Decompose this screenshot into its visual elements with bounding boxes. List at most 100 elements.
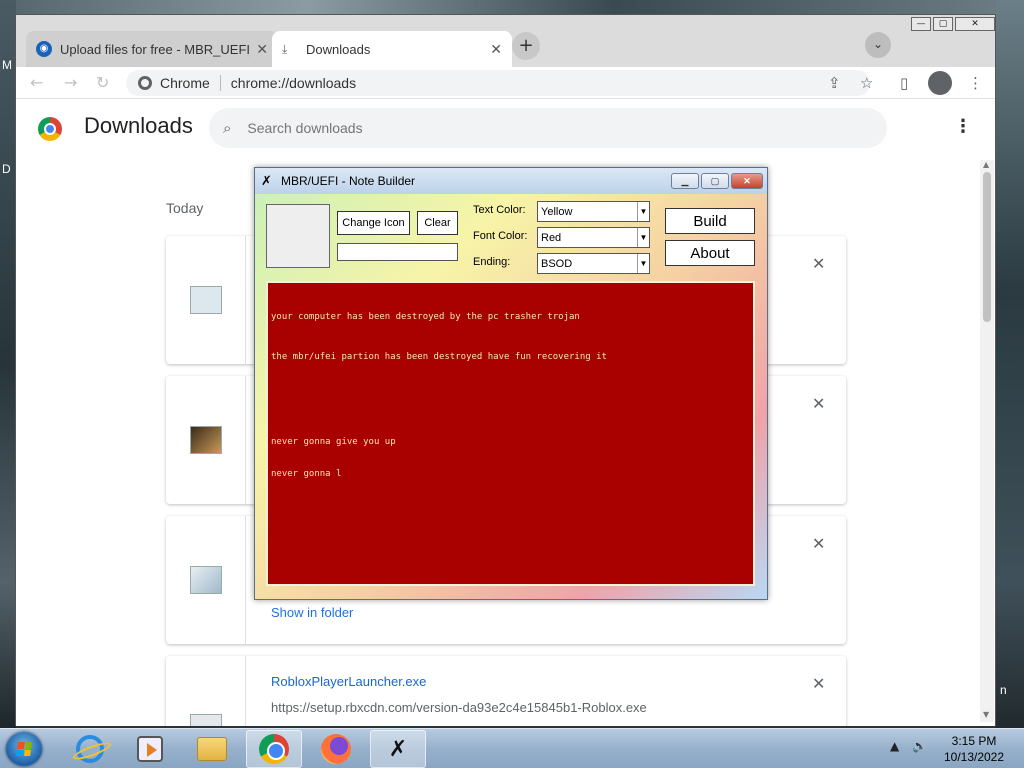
dialog-maximize-button[interactable]: ▢ <box>701 173 729 189</box>
firefox-icon <box>321 734 351 764</box>
upload-site-icon: ◉ <box>36 41 52 57</box>
file-explorer-taskbar-button[interactable] <box>184 730 240 768</box>
note-builder-app-icon: ✗ <box>388 736 408 762</box>
search-input[interactable] <box>247 120 808 136</box>
tab-upload-files[interactable]: ◉ Upload files for free - MBR_UEFI_ ✕ <box>26 31 278 67</box>
address-bar[interactable]: Chrome chrome://downloads <box>126 70 870 96</box>
show-in-folder-link[interactable]: Show in folder <box>271 605 353 620</box>
volume-icon[interactable]: 🔊 <box>912 739 927 753</box>
taskbar: ✗ ▲ 🔊 3:15 PM 10/13/2022 <box>0 728 1024 768</box>
start-button[interactable] <box>6 732 42 766</box>
file-thumbnail <box>166 376 246 504</box>
dialog-minimize-button[interactable]: ▁ <box>671 173 699 189</box>
side-panel-icon[interactable]: ▯ <box>900 74 908 92</box>
close-tab-icon[interactable]: ✕ <box>490 41 502 58</box>
folder-icon <box>197 737 227 761</box>
page-title: Downloads <box>84 113 193 138</box>
tab-downloads[interactable]: ⤓ Downloads ✕ <box>272 31 512 67</box>
firefox-taskbar-button[interactable] <box>308 730 364 768</box>
download-icon: ⤓ <box>282 42 288 56</box>
download-item: RobloxPlayerLauncher.exe https://setup.r… <box>166 656 846 726</box>
tab-search-button[interactable]: ⌄ <box>865 32 891 58</box>
text-color-select[interactable]: Yellow ▼ <box>537 201 650 222</box>
chevron-down-icon[interactable]: ▼ <box>637 254 649 273</box>
icon-path-input[interactable] <box>337 243 458 261</box>
file-icon <box>190 714 222 726</box>
scroll-down-icon[interactable]: ▼ <box>983 710 989 719</box>
scrollbar-thumb[interactable] <box>983 172 991 322</box>
scroll-up-icon[interactable]: ▲ <box>983 160 989 169</box>
chrome-scheme-icon <box>138 76 152 90</box>
note-line: your computer has been destroyed by the … <box>271 312 580 322</box>
browser-toolbar: ← → ↻ Chrome chrome://downloads ⇪ ☆ ▯ ⋮ <box>16 67 995 99</box>
image-file-icon <box>190 426 222 454</box>
new-tab-button[interactable]: + <box>512 32 540 60</box>
dialog-titlebar[interactable]: ✗ MBR/UEFI - Note Builder ▁ ▢ ✕ <box>255 168 767 194</box>
note-blank-lines <box>271 389 750 413</box>
bookmark-star-icon[interactable]: ☆ <box>860 74 873 92</box>
maximize-button[interactable]: ▢ <box>933 17 953 31</box>
chrome-taskbar-button[interactable] <box>246 730 302 768</box>
desktop-icon-label[interactable]: M <box>2 58 12 72</box>
remove-item-icon[interactable]: ✕ <box>812 394 825 413</box>
clear-button[interactable]: Clear <box>417 211 458 235</box>
windows-logo-icon <box>16 742 32 756</box>
desktop-icon-label[interactable]: n <box>1000 683 1007 697</box>
text-color-value: Yellow <box>541 205 573 218</box>
app-icon: ✗ <box>261 173 272 188</box>
date-section-label: Today <box>166 200 204 216</box>
change-icon-button[interactable]: Change Icon <box>337 211 410 235</box>
show-hidden-icons[interactable]: ▲ <box>890 739 899 753</box>
clock-date: 10/13/2022 <box>943 750 1005 764</box>
share-icon[interactable]: ⇪ <box>828 74 841 92</box>
ending-select[interactable]: BSOD ▼ <box>537 253 650 274</box>
profile-avatar[interactable] <box>928 71 952 95</box>
system-clock[interactable]: 3:15 PM 10/13/2022 <box>934 733 1014 765</box>
desktop-wallpaper-right <box>996 0 1024 728</box>
media-player-taskbar-button[interactable] <box>122 730 178 768</box>
note-line: never gonna l <box>271 469 342 479</box>
dialog-window-controls: ▁ ▢ ✕ <box>671 173 763 189</box>
tab-strip: — ▢ ✕ ◉ Upload files for free - MBR_UEFI… <box>16 15 995 67</box>
file-thumbnail <box>166 236 246 364</box>
font-color-label: Font Color: <box>473 230 528 242</box>
page-scrollbar[interactable]: ▲ ▼ <box>980 160 994 722</box>
icon-preview <box>266 204 330 268</box>
text-color-label: Text Color: <box>473 204 526 216</box>
ending-label: Ending: <box>473 256 511 268</box>
chevron-down-icon[interactable]: ▼ <box>637 202 649 221</box>
remove-item-icon[interactable]: ✕ <box>812 534 825 553</box>
note-line: never gonna give you up <box>271 437 396 447</box>
close-window-button[interactable]: ✕ <box>955 17 995 31</box>
dialog-close-button[interactable]: ✕ <box>731 173 763 189</box>
file-thumbnail <box>166 516 246 644</box>
forward-icon[interactable]: → <box>64 73 77 92</box>
url-text[interactable]: chrome://downloads <box>231 75 356 91</box>
about-button[interactable]: About <box>665 240 755 266</box>
build-button[interactable]: Build <box>665 208 755 234</box>
remove-item-icon[interactable]: ✕ <box>812 254 825 273</box>
note-text-area[interactable]: your computer has been destroyed by the … <box>266 281 755 586</box>
minimize-button[interactable]: — <box>911 17 931 31</box>
more-actions-icon[interactable]: ⋮ <box>954 116 972 137</box>
desktop-icon-label[interactable]: D <box>2 162 11 176</box>
font-color-select[interactable]: Red ▼ <box>537 227 650 248</box>
internet-explorer-icon <box>76 735 104 763</box>
font-color-value: Red <box>541 231 562 244</box>
file-icon <box>190 566 222 594</box>
scheme-label: Chrome <box>160 75 210 91</box>
remove-item-icon[interactable]: ✕ <box>812 674 825 693</box>
note-builder-taskbar-button[interactable]: ✗ <box>370 730 426 768</box>
search-icon: ⌕ <box>223 119 232 137</box>
reload-icon[interactable]: ↻ <box>96 73 109 92</box>
back-icon[interactable]: ← <box>30 73 43 92</box>
close-tab-icon[interactable]: ✕ <box>256 41 268 58</box>
chevron-down-icon[interactable]: ▼ <box>637 228 649 247</box>
media-player-icon <box>137 736 163 762</box>
search-bar[interactable]: ⌕ <box>209 108 887 148</box>
menu-kebab-icon[interactable]: ⋮ <box>968 74 983 92</box>
internet-explorer-taskbar-button[interactable] <box>62 730 118 768</box>
download-source-url[interactable]: https://setup.rbxcdn.com/version-da93e2c… <box>271 700 647 715</box>
omnibox-divider <box>219 75 221 91</box>
download-filename-link[interactable]: RobloxPlayerLauncher.exe <box>271 674 426 689</box>
